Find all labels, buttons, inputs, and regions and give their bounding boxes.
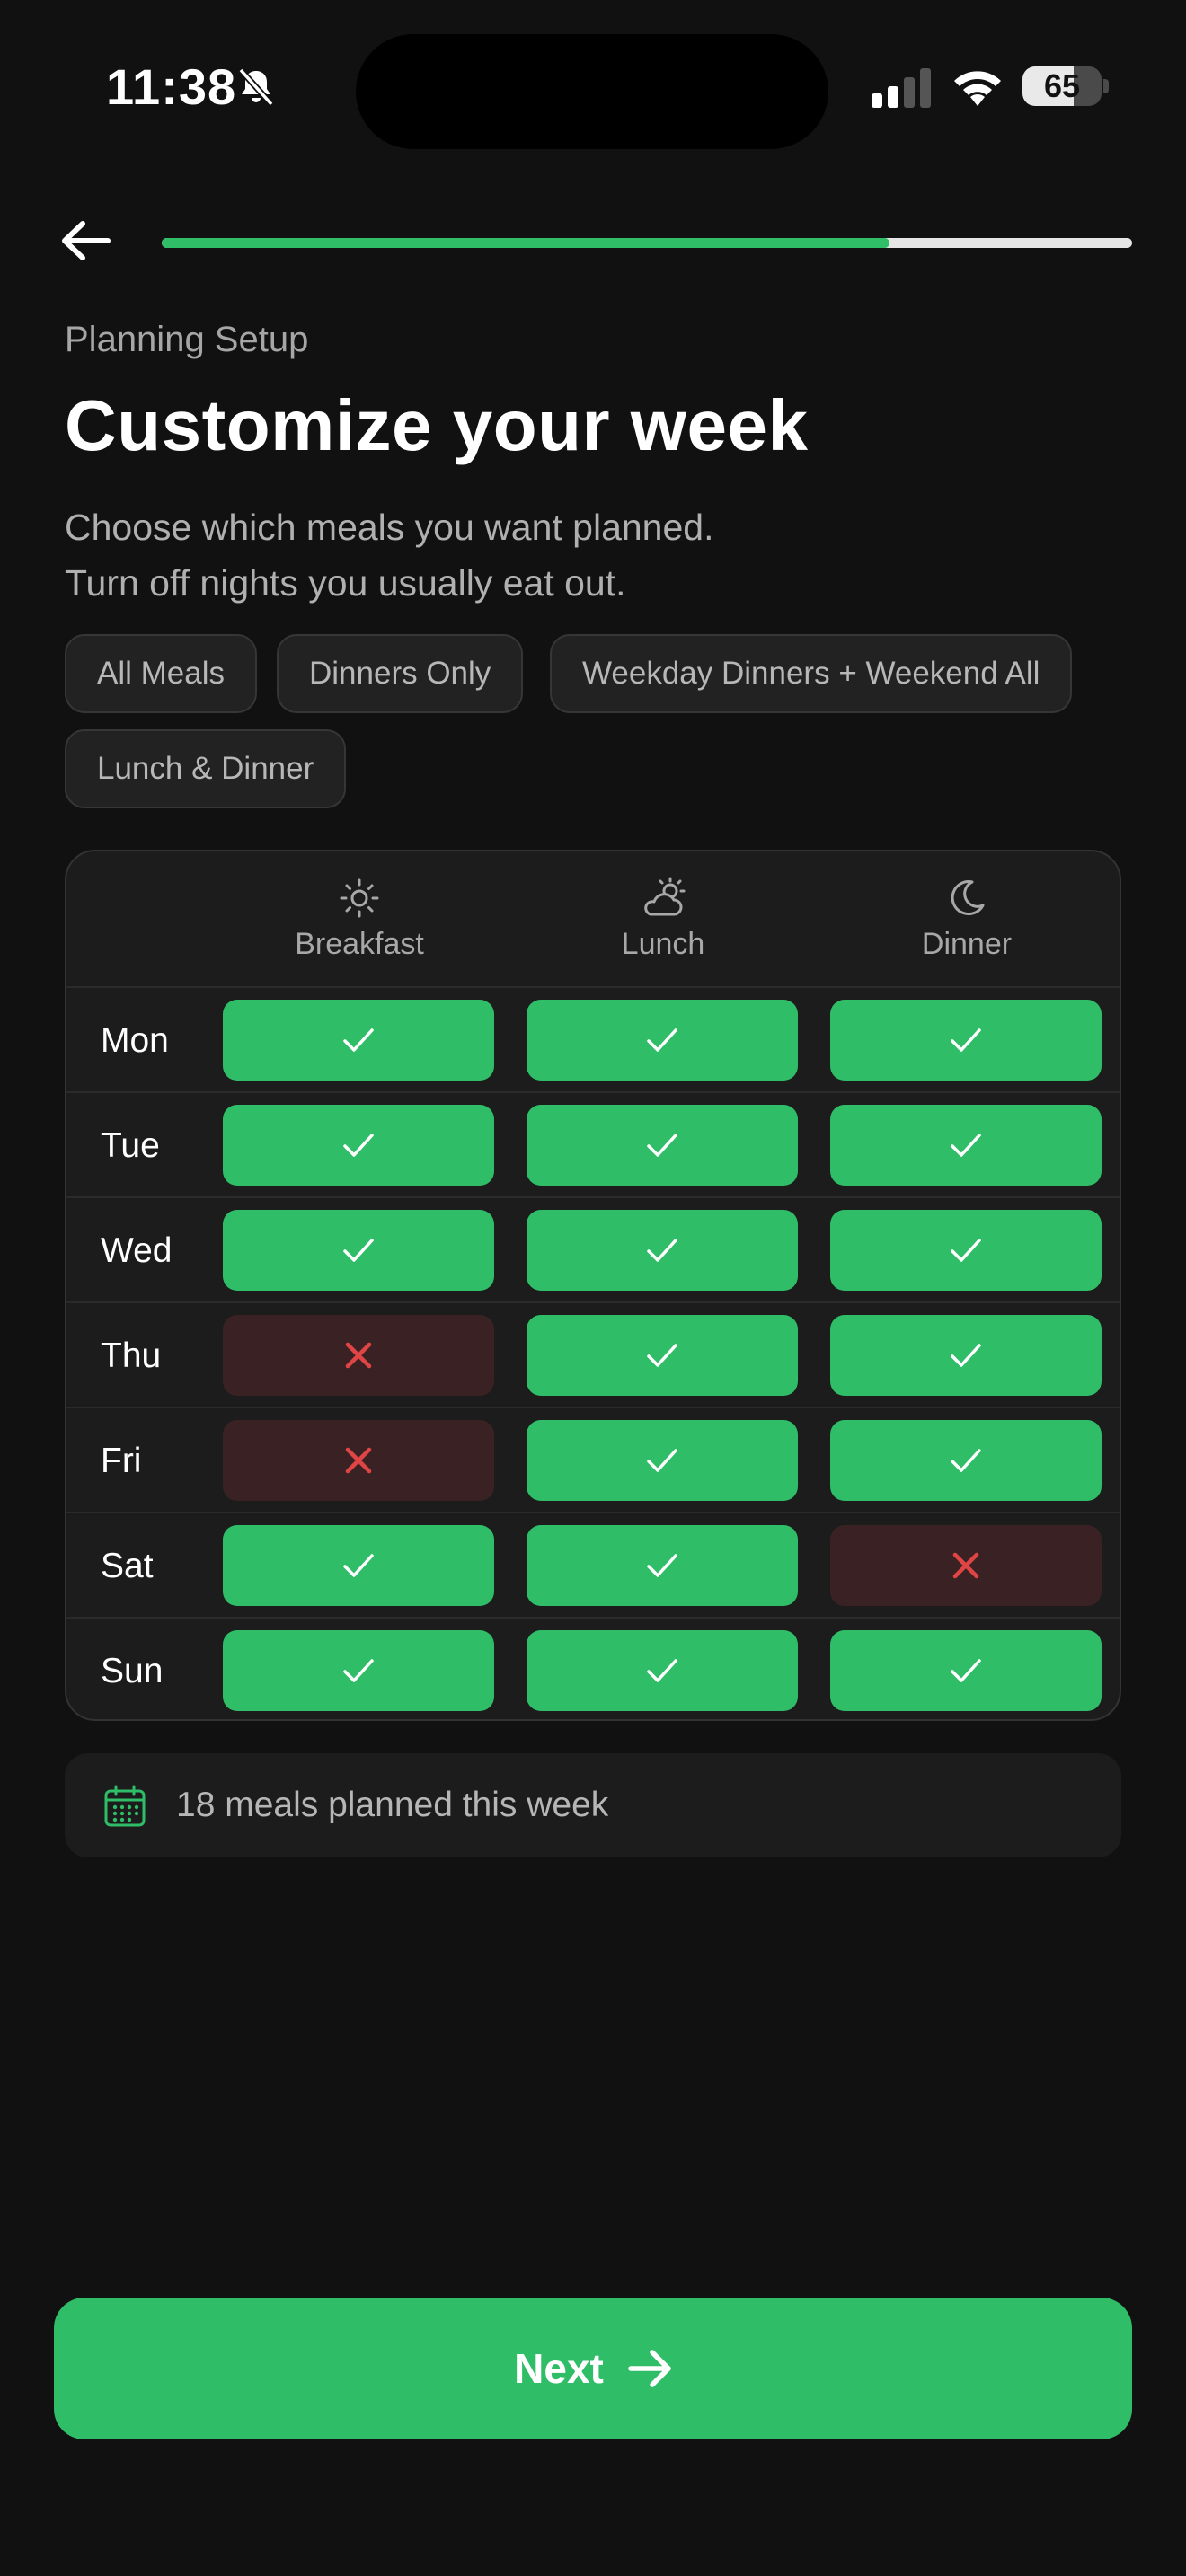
- check-icon: [341, 1026, 376, 1054]
- x-icon: [345, 1447, 372, 1474]
- grid-row-mon: Mon: [66, 986, 1120, 1091]
- meal-toggle-thu-lunch[interactable]: [527, 1315, 798, 1396]
- cellular-signal-icon: [872, 68, 931, 108]
- check-icon: [645, 1026, 679, 1054]
- status-bar: 11:38 65: [0, 0, 1186, 171]
- meal-toggle-wed-breakfast[interactable]: [223, 1210, 494, 1291]
- check-icon: [949, 1656, 983, 1685]
- day-label: Tue: [101, 1126, 160, 1165]
- subtitle-line-2: Turn off nights you usually eat out.: [65, 562, 626, 604]
- battery-icon: 65: [1022, 66, 1109, 106]
- meal-toggle-thu-dinner[interactable]: [830, 1315, 1102, 1396]
- column-lunch: Lunch: [528, 877, 798, 962]
- wifi-icon: [954, 71, 1001, 106]
- meal-toggle-sun-breakfast[interactable]: [223, 1630, 494, 1711]
- progress-bar: [162, 238, 1132, 248]
- day-label: Fri: [101, 1442, 142, 1480]
- arrow-right-icon: [628, 2350, 671, 2387]
- arrow-left-icon: [62, 221, 111, 260]
- meal-toggle-thu-breakfast[interactable]: [223, 1315, 494, 1396]
- meal-toggle-sat-lunch[interactable]: [527, 1525, 798, 1606]
- meal-toggle-fri-lunch[interactable]: [527, 1420, 798, 1501]
- meal-toggle-sun-dinner[interactable]: [830, 1630, 1102, 1711]
- partly-cloudy-icon: [644, 877, 686, 916]
- meal-toggle-sun-lunch[interactable]: [527, 1630, 798, 1711]
- meal-toggle-mon-lunch[interactable]: [527, 1000, 798, 1081]
- meals-summary: 18 meals planned this week: [65, 1753, 1121, 1857]
- preset-weekday-dinners-weekend-all[interactable]: Weekday Dinners + Weekend All: [550, 634, 1073, 713]
- check-icon: [949, 1131, 983, 1160]
- check-icon: [341, 1656, 376, 1685]
- grid-row-sat: Sat: [66, 1512, 1120, 1617]
- column-dinner: Dinner: [832, 877, 1102, 962]
- status-time: 11:38: [106, 58, 237, 115]
- preset-lunch-dinner[interactable]: Lunch & Dinner: [65, 729, 347, 808]
- check-icon: [645, 1131, 679, 1160]
- subtitle-line-1: Choose which meals you want planned.: [65, 507, 714, 548]
- check-icon: [645, 1551, 679, 1580]
- check-icon: [645, 1341, 679, 1370]
- x-icon: [345, 1342, 372, 1369]
- sun-icon: [340, 878, 379, 918]
- bell-slash-icon: [238, 67, 274, 107]
- x-icon: [952, 1552, 979, 1579]
- day-label: Mon: [101, 1021, 169, 1060]
- meal-toggle-sat-dinner[interactable]: [830, 1525, 1102, 1606]
- grid-row-fri: Fri: [66, 1407, 1120, 1512]
- grid-row-wed: Wed: [66, 1196, 1120, 1301]
- meal-toggle-wed-dinner[interactable]: [830, 1210, 1102, 1291]
- column-label-dinner: Dinner: [921, 927, 1013, 961]
- meal-toggle-tue-dinner[interactable]: [830, 1105, 1102, 1186]
- preset-all-meals[interactable]: All Meals: [65, 634, 257, 713]
- meal-toggle-fri-breakfast[interactable]: [223, 1420, 494, 1501]
- page-title: Customize your week: [65, 385, 809, 465]
- grid-header: Breakfast Lunch Dinner: [66, 851, 1120, 986]
- meal-toggle-wed-lunch[interactable]: [527, 1210, 798, 1291]
- grid-row-sun: Sun: [66, 1617, 1120, 1719]
- day-label: Thu: [101, 1337, 162, 1375]
- dynamic-island: [356, 34, 828, 149]
- day-label: Sat: [101, 1547, 154, 1585]
- meal-grid: Breakfast Lunch Dinner Mon Tue Wed Thu Fri Sa…: [65, 850, 1121, 1721]
- grid-row-thu: Thu: [66, 1301, 1120, 1407]
- check-icon: [645, 1236, 679, 1265]
- column-label-breakfast: Breakfast: [295, 927, 424, 961]
- column-label-lunch: Lunch: [621, 927, 705, 961]
- column-breakfast: Breakfast: [225, 877, 494, 962]
- check-icon: [949, 1236, 983, 1265]
- preset-dinners-only[interactable]: Dinners Only: [277, 634, 524, 713]
- meal-toggle-mon-breakfast[interactable]: [223, 1000, 494, 1081]
- back-button[interactable]: [54, 212, 119, 269]
- progress-fill: [162, 238, 890, 248]
- meal-toggle-tue-breakfast[interactable]: [223, 1105, 494, 1186]
- next-button-label: Next: [514, 2345, 604, 2392]
- meal-toggle-fri-dinner[interactable]: [830, 1420, 1102, 1501]
- check-icon: [645, 1656, 679, 1685]
- day-label: Sun: [101, 1652, 164, 1690]
- check-icon: [341, 1236, 376, 1265]
- meal-toggle-mon-dinner[interactable]: [830, 1000, 1102, 1081]
- check-icon: [949, 1446, 983, 1475]
- grid-row-tue: Tue: [66, 1091, 1120, 1196]
- meals-summary-text: 18 meals planned this week: [176, 1786, 609, 1824]
- meal-toggle-sat-breakfast[interactable]: [223, 1525, 494, 1606]
- check-icon: [341, 1131, 376, 1160]
- day-label: Wed: [101, 1231, 173, 1270]
- battery-percentage: 65: [1043, 67, 1081, 104]
- meal-toggle-tue-lunch[interactable]: [527, 1105, 798, 1186]
- page-subtitle: Choose which meals you want planned. Tur…: [65, 499, 714, 611]
- step-eyebrow: Planning Setup: [65, 320, 309, 359]
- calendar-icon: [104, 1785, 146, 1827]
- check-icon: [645, 1446, 679, 1475]
- check-icon: [949, 1026, 983, 1054]
- moon-icon: [951, 880, 985, 916]
- check-icon: [949, 1341, 983, 1370]
- check-icon: [341, 1551, 376, 1580]
- next-button[interactable]: Next: [54, 2298, 1132, 2439]
